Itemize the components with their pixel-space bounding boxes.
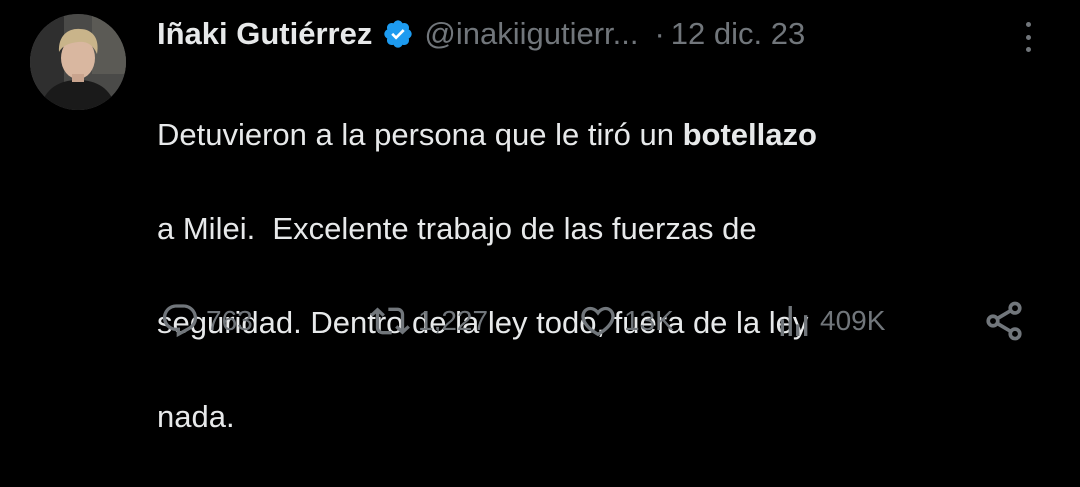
tweet-text-line-1-start: Detuvieron a la persona que le tiró un xyxy=(157,117,683,152)
share-button[interactable] xyxy=(982,296,1026,346)
verified-badge-icon xyxy=(382,18,414,50)
like-button[interactable]: 13K xyxy=(578,296,674,346)
tweet-text-line-4: nada. xyxy=(157,399,235,434)
tweet-date[interactable]: 12 dic. 23 xyxy=(671,12,805,56)
share-icon xyxy=(982,299,1026,343)
views-button[interactable]: 409K xyxy=(774,296,885,346)
author-name[interactable]: Iñaki Gutiérrez xyxy=(157,12,372,56)
avatar-photo xyxy=(30,14,126,110)
tweet-text-bold-word: botellazo xyxy=(682,117,817,152)
reply-count: 763 xyxy=(206,305,253,336)
tweet-header: Iñaki Gutiérrez @inakiigutierr... · 12 d… xyxy=(157,12,805,56)
views-count: 409K xyxy=(820,305,886,336)
tweet-text-line-2: a Milei. Excelente trabajo de las fuerza… xyxy=(157,211,757,246)
author-handle[interactable]: @inakiigutierr... xyxy=(424,12,638,56)
heart-icon xyxy=(578,301,618,341)
tweet[interactable]: Iñaki Gutiérrez @inakiigutierr... · 12 d… xyxy=(0,0,1080,434)
avatar[interactable] xyxy=(30,14,126,110)
reply-icon xyxy=(160,301,200,341)
retweet-button[interactable]: 1,227 xyxy=(368,296,488,346)
date-separator: · xyxy=(654,16,665,51)
retweet-icon xyxy=(368,301,412,341)
retweet-count: 1,227 xyxy=(418,305,489,336)
tweet-actions: 763 1,227 13K 409K xyxy=(0,296,1080,346)
reply-button[interactable]: 763 xyxy=(160,296,253,346)
like-count: 13K xyxy=(624,305,674,336)
more-options-icon[interactable] xyxy=(1018,22,1038,52)
views-icon xyxy=(774,301,814,341)
tweet-text: Detuvieron a la persona que le tiró un b… xyxy=(157,64,1037,487)
tweet-text-line-1: Detuvieron a la persona que le tiró un b… xyxy=(157,111,1037,158)
